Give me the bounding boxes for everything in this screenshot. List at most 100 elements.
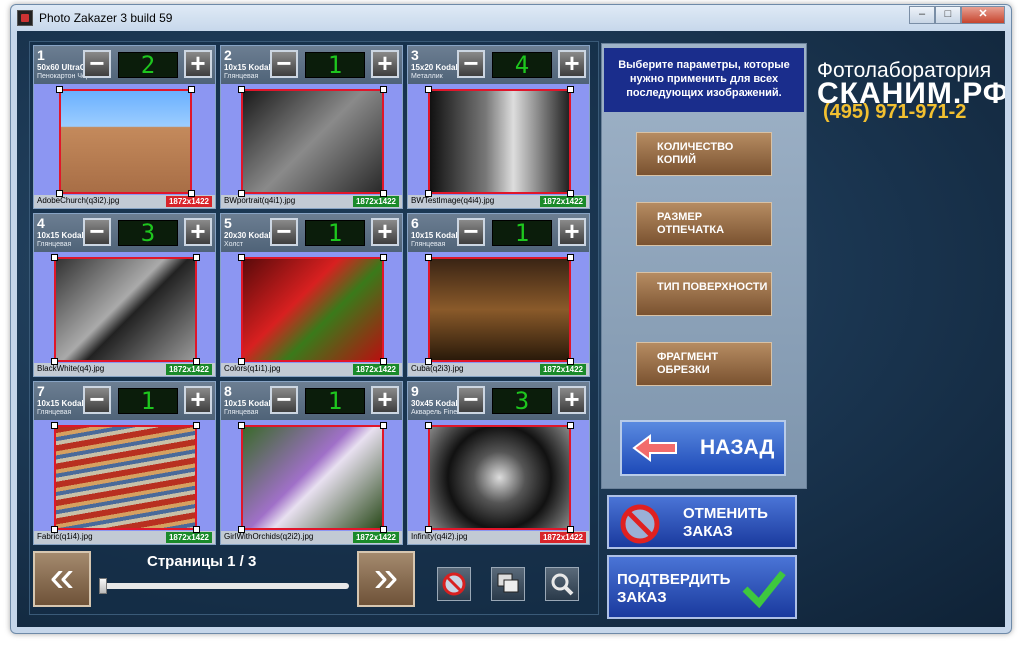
crop-handle[interactable] <box>193 254 200 261</box>
photo-cell[interactable]: 5 20x30 Kodak Холст −1 + Colors(q1i1).jpg 1872… <box>220 213 403 377</box>
crop-handle[interactable] <box>567 86 574 93</box>
zoom-button[interactable] <box>545 567 579 601</box>
crop-handle[interactable] <box>380 86 387 93</box>
photo-number: 4 <box>37 215 45 231</box>
photo-thumbnail[interactable] <box>54 425 197 530</box>
paper-surface: Глянцевая <box>37 241 72 248</box>
crop-handle[interactable] <box>193 358 200 365</box>
decrease-quantity-button[interactable]: − <box>270 386 298 414</box>
print-size-option-button[interactable]: РАЗМЕР ОТПЕЧАТКА <box>636 202 772 246</box>
back-button[interactable]: НАЗАД <box>620 420 786 476</box>
file-name: BlackWhite(q4).jpg <box>37 364 105 373</box>
minimize-button[interactable]: – <box>909 6 935 24</box>
photo-thumbnail[interactable] <box>428 425 571 530</box>
increase-quantity-button[interactable]: + <box>558 50 586 78</box>
decrease-quantity-button[interactable]: − <box>83 386 111 414</box>
photo-cell[interactable]: 7 10x15 Kodak Глянцевая −1 + Fabric(q1i4).jpg… <box>33 381 216 545</box>
photo-cell-header: 5 20x30 Kodak Холст −1 + <box>221 214 402 252</box>
crop-handle[interactable] <box>425 526 432 533</box>
increase-quantity-button[interactable]: + <box>184 50 212 78</box>
prev-page-button[interactable]: « <box>33 551 91 607</box>
crop-handle[interactable] <box>238 422 245 429</box>
crop-handle[interactable] <box>425 86 432 93</box>
quantity-display: 2 <box>118 52 178 78</box>
resolution-badge: 1872x1422 <box>539 364 586 375</box>
decrease-quantity-button[interactable]: − <box>270 218 298 246</box>
decrease-quantity-button[interactable]: − <box>457 386 485 414</box>
surface-type-option-button[interactable]: ТИП ПОВЕРХНОСТИ <box>636 272 772 316</box>
crop-handle[interactable] <box>51 526 58 533</box>
crop-handle[interactable] <box>380 422 387 429</box>
resolution-badge: 1872x1422 <box>539 196 586 207</box>
photo-cell[interactable]: 2 10x15 Kodak Глянцевая −1 + BWportrait(q4i1)… <box>220 45 403 209</box>
cancel-order-button[interactable]: ОТМЕНИТЬ ЗАКАЗ <box>607 495 797 549</box>
page-slider[interactable] <box>99 578 349 594</box>
photo-cell[interactable]: 3 15x20 Kodak Металлик −4 + BWTestImage(q4i4)… <box>407 45 590 209</box>
crop-handle[interactable] <box>567 422 574 429</box>
page-slider-thumb[interactable] <box>99 578 107 594</box>
photo-cell[interactable]: 6 10x15 Kodak Глянцевая −1 + Cuba(q2i3).jpg 18… <box>407 213 590 377</box>
crop-handle[interactable] <box>380 526 387 533</box>
photo-cell[interactable]: 8 10x15 Kodak Глянцевая −1 + GirlWithOrchids(… <box>220 381 403 545</box>
crop-handle[interactable] <box>238 190 245 197</box>
crop-handle[interactable] <box>380 358 387 365</box>
crop-handle[interactable] <box>193 422 200 429</box>
next-page-button[interactable]: » <box>357 551 415 607</box>
photo-thumbnail[interactable] <box>54 257 197 362</box>
confirm-order-button[interactable]: ПОДТВЕРДИТЬ ЗАКАЗ <box>607 555 797 619</box>
file-name: Colors(q1i1).jpg <box>224 364 281 373</box>
decrease-quantity-button[interactable]: − <box>83 218 111 246</box>
crop-handle[interactable] <box>238 358 245 365</box>
decrease-quantity-button[interactable]: − <box>457 218 485 246</box>
close-button[interactable]: ✕ <box>961 6 1005 24</box>
crop-handle[interactable] <box>380 190 387 197</box>
crop-fragment-option-button[interactable]: ФРАГМЕНТ ОБРЕЗКИ <box>636 342 772 386</box>
crop-handle[interactable] <box>425 422 432 429</box>
crop-handle[interactable] <box>238 526 245 533</box>
crop-handle[interactable] <box>193 526 200 533</box>
crop-handle[interactable] <box>425 190 432 197</box>
crop-handle[interactable] <box>567 526 574 533</box>
increase-quantity-button[interactable]: + <box>184 218 212 246</box>
crop-handle[interactable] <box>56 86 63 93</box>
crop-handle[interactable] <box>56 190 63 197</box>
page-indicator: Страницы 1 / 3 <box>147 553 257 570</box>
photo-cell[interactable]: 1 50x60 UltraChrome Пенокартон Черный −2 + Ad… <box>33 45 216 209</box>
photo-cell[interactable]: 9 30x45 Kodak Акварель Fine Art −3 + Infinity… <box>407 381 590 545</box>
crop-handle[interactable] <box>567 190 574 197</box>
crop-handle[interactable] <box>425 358 432 365</box>
copies-option-button[interactable]: КОЛИЧЕСТВО КОПИЙ <box>636 132 772 176</box>
clear-selection-button[interactable] <box>437 567 471 601</box>
photo-cell[interactable]: 4 10x15 Kodak Глянцевая −3 + BlackWhite(q4).j… <box>33 213 216 377</box>
title-bar[interactable]: Photo Zakazer 3 build 59 – □ ✕ <box>11 5 1011 31</box>
increase-quantity-button[interactable]: + <box>184 386 212 414</box>
copy-button[interactable] <box>491 567 525 601</box>
crop-handle[interactable] <box>238 254 245 261</box>
decrease-quantity-button[interactable]: − <box>457 50 485 78</box>
crop-handle[interactable] <box>567 358 574 365</box>
crop-handle[interactable] <box>51 358 58 365</box>
increase-quantity-button[interactable]: + <box>558 386 586 414</box>
photo-thumbnail[interactable] <box>59 89 192 194</box>
crop-handle[interactable] <box>567 254 574 261</box>
photo-thumbnail[interactable] <box>241 257 384 362</box>
print-size: 10x15 Kodak <box>37 399 86 408</box>
photo-thumbnail[interactable] <box>428 257 571 362</box>
crop-handle[interactable] <box>425 254 432 261</box>
increase-quantity-button[interactable]: + <box>371 50 399 78</box>
decrease-quantity-button[interactable]: − <box>83 50 111 78</box>
crop-handle[interactable] <box>188 190 195 197</box>
crop-handle[interactable] <box>188 86 195 93</box>
increase-quantity-button[interactable]: + <box>371 386 399 414</box>
crop-handle[interactable] <box>238 86 245 93</box>
crop-handle[interactable] <box>51 254 58 261</box>
photo-thumbnail[interactable] <box>428 89 571 194</box>
photo-thumbnail[interactable] <box>241 425 384 530</box>
decrease-quantity-button[interactable]: − <box>270 50 298 78</box>
increase-quantity-button[interactable]: + <box>558 218 586 246</box>
crop-handle[interactable] <box>380 254 387 261</box>
maximize-button[interactable]: □ <box>935 6 961 24</box>
photo-thumbnail[interactable] <box>241 89 384 194</box>
increase-quantity-button[interactable]: + <box>371 218 399 246</box>
crop-handle[interactable] <box>51 422 58 429</box>
